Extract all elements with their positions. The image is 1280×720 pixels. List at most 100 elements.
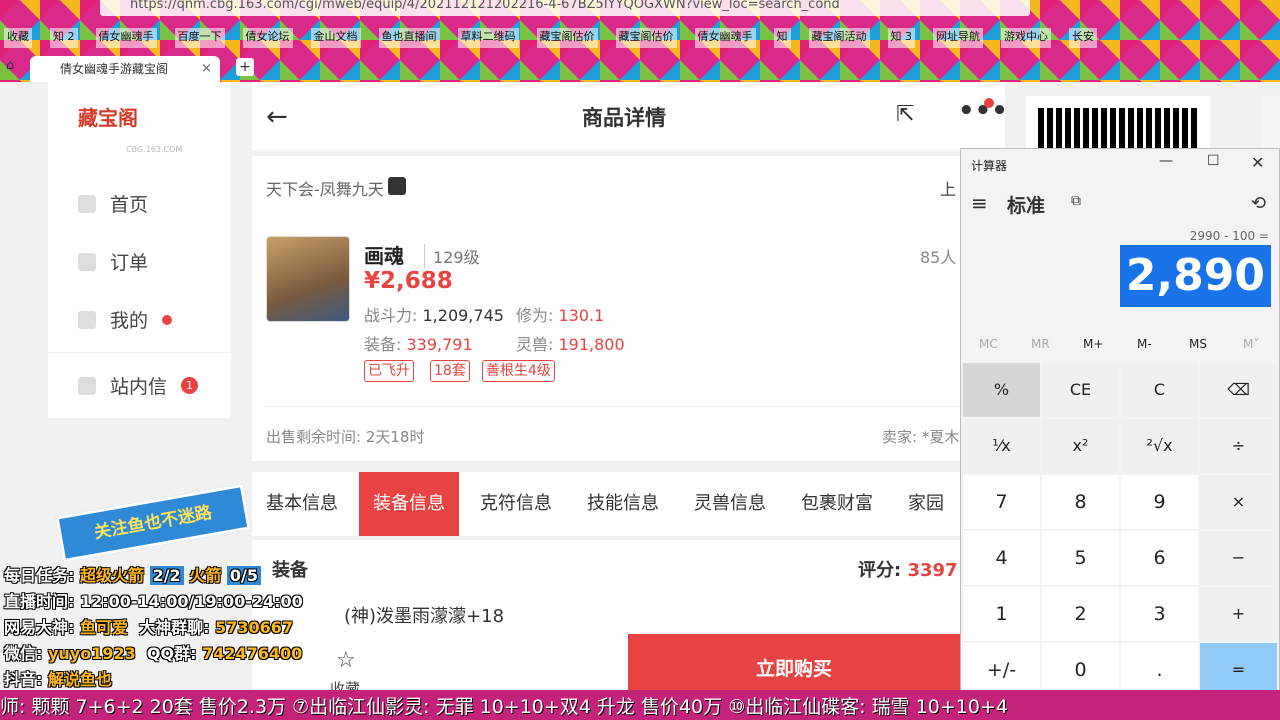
message-badge: 1 — [181, 377, 199, 394]
logo[interactable]: 藏宝阁 — [78, 102, 138, 131]
bookmark-item[interactable]: 藏宝阁估价 — [536, 28, 598, 48]
tag: 18套 — [430, 360, 470, 382]
digit-0-button[interactable]: 0 — [1042, 643, 1119, 697]
equipment-item[interactable]: (神)泼墨雨濛濛+18 — [344, 602, 504, 628]
backspace-button[interactable]: ⌫ — [1200, 363, 1277, 417]
multiply-button[interactable]: × — [1200, 475, 1277, 529]
star-icon[interactable]: ☆ — [336, 648, 356, 673]
memory-clear-button[interactable]: MC — [979, 337, 998, 351]
equals-button[interactable]: = — [1200, 643, 1277, 697]
digit-8-button[interactable]: 8 — [1042, 475, 1119, 529]
square-root-button[interactable]: ²√x — [1121, 419, 1198, 473]
decimal-button[interactable]: . — [1121, 643, 1198, 697]
daily-task: 每日任务: 超级火箭 2/2 火箭 0/5 — [4, 562, 261, 586]
bookmark-item[interactable]: 藏宝阁活动 — [808, 28, 870, 48]
server-label: 天下会-凤舞九天 — [266, 180, 384, 199]
memory-add-button[interactable]: M+ — [1083, 337, 1103, 351]
sidebar-item-label: 我的 — [110, 310, 149, 332]
ticker-text: 师: 颗颗 7+6+2 20套 售价2.3万 ⑦出临江仙影灵: 无罪 10+10… — [0, 696, 1008, 718]
square-button[interactable]: x² — [1042, 419, 1119, 473]
bookmark-item[interactable]: 倩女幽魂手 — [95, 28, 157, 48]
window-title: 计算器 — [971, 159, 1008, 173]
keep-on-top-icon[interactable]: ⧉ — [1071, 193, 1081, 209]
bookmark-item[interactable]: 金山文档 — [310, 28, 361, 48]
digit-3-button[interactable]: 3 — [1121, 587, 1198, 641]
digit-2-button[interactable]: 2 — [1042, 587, 1119, 641]
memory-recall-button[interactable]: MR — [1031, 337, 1050, 351]
section-title: 装备 — [272, 560, 308, 581]
sidebar-item-orders[interactable]: 订单 — [78, 248, 148, 275]
divide-button[interactable]: ÷ — [1200, 419, 1277, 473]
digit-7-button[interactable]: 7 — [963, 475, 1040, 529]
bookmark-item[interactable]: 知 3 — [887, 28, 915, 48]
character-avatar[interactable] — [266, 236, 350, 322]
bookmark-item[interactable]: 游戏中心 — [1001, 28, 1051, 48]
bookmark-item[interactable]: 知 2 — [50, 28, 78, 48]
tab-inventory[interactable]: 包裹财富 — [787, 472, 887, 536]
sidebar-item-home[interactable]: 首页 — [78, 190, 148, 217]
close-tab-icon[interactable]: × — [201, 56, 212, 82]
bookmark-item[interactable]: 百度一下 — [174, 28, 225, 48]
home-icon[interactable]: ⌂ — [6, 58, 14, 73]
tab-rune-info[interactable]: 克符信息 — [466, 472, 566, 536]
stat-value: 1,209,745 — [422, 306, 504, 325]
bookmark-item[interactable]: 鱼也直播间 — [378, 28, 440, 48]
history-icon[interactable]: ⟲ — [1251, 193, 1266, 214]
back-icon[interactable]: ← — [266, 102, 288, 132]
menu-icon[interactable]: ≡ — [971, 191, 988, 215]
maximize-icon[interactable]: ☐ — [1207, 153, 1220, 169]
digit-5-button[interactable]: 5 — [1042, 531, 1119, 585]
new-tab-button[interactable]: + — [236, 58, 254, 76]
memory-subtract-button[interactable]: M- — [1137, 337, 1152, 351]
bookmark-item[interactable]: 倩女论坛 — [242, 28, 293, 48]
scrollbar[interactable] — [1262, 96, 1280, 156]
overlay-text: 解说鱼也 — [47, 670, 112, 689]
bookmark-item[interactable]: 草料二维码 — [457, 28, 519, 48]
bookmark-item[interactable]: 长安 — [1069, 28, 1097, 48]
percent-button[interactable]: % — [963, 363, 1040, 417]
plus-button[interactable]: + — [1200, 587, 1277, 641]
tab-pet-info[interactable]: 灵兽信息 — [680, 472, 780, 536]
tag: 已飞升 — [364, 360, 414, 382]
logo-subtitle: CBG.163.COM — [126, 145, 183, 154]
overlay-label: 大神群聊: — [139, 618, 210, 637]
douyin-info: 抖音: 解说鱼也 — [4, 666, 112, 690]
reciprocal-button[interactable]: ¹⁄x — [963, 419, 1040, 473]
page-header: ← 商品详情 ⇱ ••• — [252, 82, 1008, 150]
tab-home[interactable]: 家园信 — [894, 472, 960, 578]
digit-4-button[interactable]: 4 — [963, 531, 1040, 585]
address-bar[interactable]: https://qnm.cbg.163.com/cgi/mweb/equip/4… — [100, 0, 1030, 16]
tab-basic-info[interactable]: 基本信息 — [252, 472, 352, 536]
calculator-window: 计算器 — ☐ ✕ ≡ 标准 ⧉ ⟲ 2990 - 100 = 2,890 MC… — [960, 148, 1280, 700]
overlay-text: yuyo1923 — [47, 644, 136, 663]
cultivation-stat: 修为: 130.1 — [516, 302, 604, 326]
bookmark-item[interactable]: 知 — [773, 28, 791, 48]
tab-equipment-info[interactable]: 装备信息 — [359, 472, 459, 536]
calc-expression: 2990 - 100 = — [1189, 229, 1269, 243]
bookmark-item[interactable]: 倩女幽魂手 — [694, 28, 756, 48]
overlay-count: 2/2 — [149, 566, 184, 585]
close-icon[interactable]: ✕ — [1251, 153, 1264, 172]
sidebar-item-label: 站内信 — [110, 376, 168, 398]
bookmark-item[interactable]: 收藏 — [4, 28, 32, 48]
memory-store-button[interactable]: MS — [1189, 337, 1207, 351]
live-time: 直播时间: 12:00-14:00/19:00-24:00 — [4, 592, 303, 611]
bookmark-item[interactable]: 藏宝阁估价 — [615, 28, 677, 48]
memory-list-button[interactable]: M˅ — [1243, 337, 1259, 351]
sidebar-item-mine[interactable]: 我的 — [78, 306, 173, 333]
share-icon[interactable]: ⇱ — [896, 102, 914, 127]
digit-9-button[interactable]: 9 — [1121, 475, 1198, 529]
minus-button[interactable]: − — [1200, 531, 1277, 585]
tab-skill-info[interactable]: 技能信息 — [573, 472, 673, 536]
browser-tab[interactable]: 倩女幽魂手游藏宝阁 × — [30, 56, 220, 82]
negate-button[interactable]: +/- — [963, 643, 1040, 697]
sidebar-item-messages[interactable]: 站内信 1 — [78, 372, 199, 399]
more-icon[interactable]: ••• — [958, 96, 1008, 126]
bookmark-item[interactable]: 网址导航 — [933, 28, 983, 48]
equip-stat: 装备: 339,791 — [364, 331, 473, 355]
minimize-icon[interactable]: — — [1159, 153, 1173, 169]
digit-6-button[interactable]: 6 — [1121, 531, 1198, 585]
digit-1-button[interactable]: 1 — [963, 587, 1040, 641]
clear-entry-button[interactable]: CE — [1042, 363, 1119, 417]
clear-button[interactable]: C — [1121, 363, 1198, 417]
